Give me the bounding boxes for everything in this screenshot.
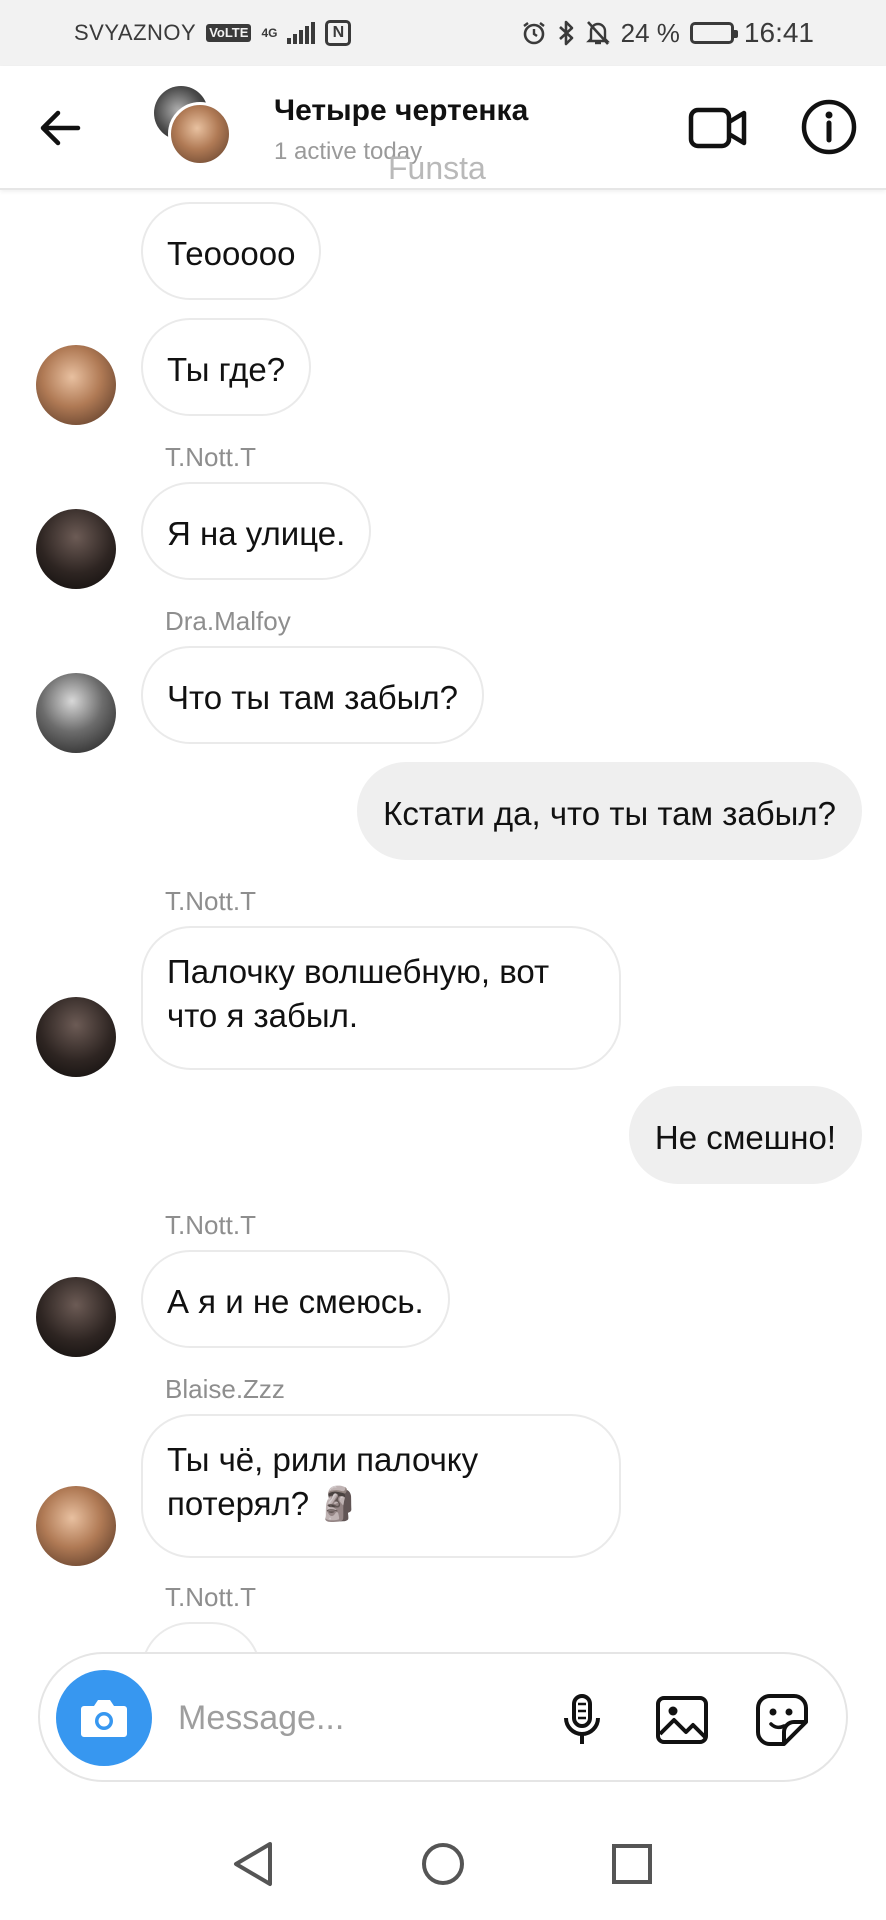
camera-button[interactable] [56, 1670, 152, 1766]
sender-name: Blaise.Zzz [165, 1374, 285, 1404]
message-bubble[interactable]: А я и не смеюсь. [141, 1250, 450, 1348]
bluetooth-icon [558, 20, 573, 46]
arrow-left-icon[interactable] [36, 104, 84, 152]
battery-icon [689, 22, 738, 44]
group-avatar[interactable] [154, 86, 234, 170]
avatar[interactable] [36, 1277, 116, 1357]
nav-back-icon[interactable] [226, 1836, 282, 1892]
battery-percent: 24 % [620, 17, 680, 48]
message-bubble[interactable]: Я на улице. [141, 482, 372, 580]
sender-name: T.Nott.T [165, 886, 257, 916]
message-bubble[interactable]: Что ты там забыл? [141, 646, 484, 744]
network-type: 4G [261, 26, 278, 40]
message-bubble-outgoing[interactable]: Не смешно! [628, 1086, 862, 1184]
sender-name: T.Nott.T [165, 1210, 257, 1240]
watermark: Funsta [388, 150, 486, 186]
nfc-icon: N [325, 20, 352, 46]
avatar[interactable] [36, 1486, 116, 1566]
mute-bell-icon [585, 21, 610, 45]
nav-recents-icon[interactable] [604, 1836, 660, 1892]
android-nav-bar [0, 1808, 886, 1920]
clock: 16:41 [743, 17, 814, 48]
signal-icon [287, 22, 316, 44]
chat-title[interactable]: Четыре чертенка [274, 94, 528, 128]
camera-icon [81, 1700, 127, 1737]
message-bubble[interactable]: Ты чё, рили палочку потерял? 🗿 [141, 1414, 621, 1558]
status-bar: SVYAZNOY VoLTE 4G N 24 % 16:41 [0, 0, 886, 66]
chat-header: Четыре чертенка 1 active today Funsta [0, 66, 886, 190]
info-icon[interactable] [800, 98, 858, 156]
sender-name: T.Nott.T [165, 1582, 257, 1612]
carrier-name: SVYAZNOY [74, 20, 197, 45]
avatar[interactable] [36, 673, 116, 753]
microphone-icon[interactable] [554, 1692, 610, 1748]
avatar[interactable] [36, 509, 116, 589]
avatar[interactable] [36, 345, 116, 425]
group-avatar-front [168, 102, 232, 166]
status-left: SVYAZNOY VoLTE 4G N [74, 20, 352, 46]
gallery-icon[interactable] [654, 1692, 710, 1748]
message-bubble[interactable]: Ты где? [141, 318, 312, 416]
avatar[interactable] [36, 997, 116, 1077]
sender-name: T.Nott.T [165, 442, 257, 472]
message-bubble[interactable]: Палочку волшебную, вот что я забыл. [141, 926, 621, 1070]
message-bubble-outgoing[interactable]: Кстати да, что ты там забыл? [357, 762, 862, 860]
message-composer [38, 1652, 848, 1782]
sticker-icon[interactable] [754, 1692, 810, 1748]
message-bubble[interactable]: Теооооо [141, 202, 322, 300]
status-right: 24 % 16:41 [521, 17, 814, 49]
sender-name: Dra.Malfoy [165, 606, 291, 636]
message-input[interactable] [178, 1688, 518, 1748]
volte-badge: VoLTE [206, 24, 252, 42]
alarm-icon [522, 22, 545, 45]
nav-home-icon[interactable] [415, 1836, 471, 1892]
video-camera-icon[interactable] [688, 100, 748, 156]
